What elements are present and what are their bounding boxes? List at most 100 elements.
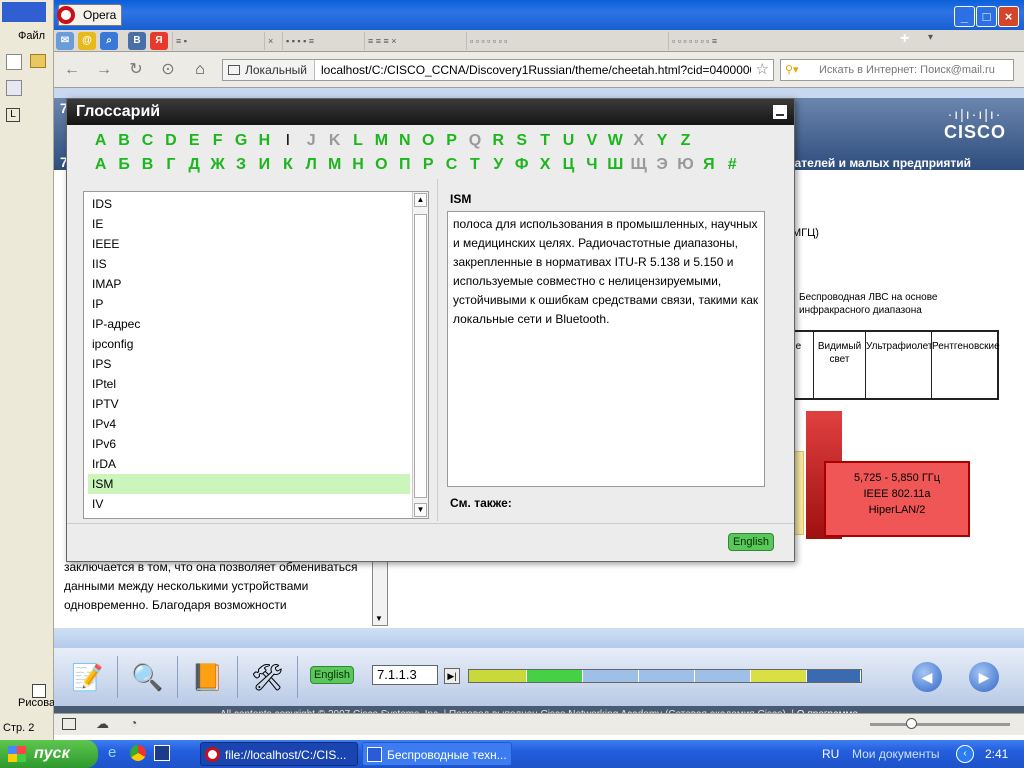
bookmark-star-icon[interactable]: ☆	[756, 60, 769, 80]
scroll-up-icon[interactable]: ▲	[414, 193, 427, 207]
start-button[interactable]: пуск	[0, 740, 98, 768]
glossary-term-item[interactable]: IPtel	[88, 374, 410, 394]
tab-3[interactable]: ≡ ≡ ≡ ×	[364, 32, 464, 50]
letter-cyr-18[interactable]: Ф	[510, 156, 533, 178]
letter-cyr-16[interactable]: Т	[463, 156, 486, 178]
term-list-scrollbar[interactable]: ▲ ▼	[412, 192, 428, 518]
letter-C[interactable]: C	[136, 132, 159, 154]
back-icon[interactable]: ←	[62, 61, 82, 79]
taskbar-opera[interactable]: file://localhost/C:/CIS...	[200, 742, 358, 766]
new-tab-button[interactable]: +	[900, 30, 909, 48]
topic-progress-bar[interactable]	[468, 669, 862, 683]
tray-expand-icon[interactable]: ‹	[956, 745, 974, 763]
cloud-icon[interactable]: ☁	[96, 716, 109, 732]
letter-Z[interactable]: Z	[674, 132, 697, 154]
minimize-button[interactable]: _	[954, 6, 975, 27]
close-button[interactable]: ×	[998, 6, 1019, 27]
tab-5[interactable]: ▫ ▫ ▫ ▫ ▫ ▫ ▫ ≡	[668, 32, 868, 50]
glossary-term-item[interactable]: IPTV	[88, 394, 410, 414]
letter-cyr-15[interactable]: С	[440, 156, 463, 178]
tab-4[interactable]: ▫ ▫ ▫ ▫ ▫ ▫ ▫	[466, 32, 666, 50]
address-bar[interactable]: Локальный localhost/C:/CISCO_CCNA/Discov…	[222, 59, 774, 81]
letter-L[interactable]: L	[346, 132, 369, 154]
english-toggle[interactable]: English	[310, 666, 354, 684]
previous-page-icon[interactable]: ◀	[912, 662, 942, 692]
file-menu[interactable]: Файл	[18, 30, 45, 42]
home-icon[interactable]: ⌂	[190, 61, 210, 79]
page-number-field[interactable]: 7.1.1.3	[372, 665, 438, 685]
zoom-slider[interactable]	[870, 718, 1010, 729]
letter-V[interactable]: V	[580, 132, 603, 154]
next-page-icon[interactable]: ▶	[969, 662, 999, 692]
tab-close-icon[interactable]: ×	[264, 32, 280, 50]
letter-M[interactable]: M	[370, 132, 393, 154]
tab-stop-icon[interactable]: L	[6, 108, 20, 122]
scroll-thumb[interactable]	[414, 214, 427, 498]
glossary-term-item[interactable]: IV	[88, 494, 410, 514]
reload-icon[interactable]: ↻	[126, 61, 146, 79]
mail-icon[interactable]: ✉	[56, 32, 74, 50]
letter-cyr-17[interactable]: У	[487, 156, 510, 178]
glossary-term-item[interactable]: IP-адрес	[88, 314, 410, 334]
glossary-term-item[interactable]: IrDA	[88, 454, 410, 474]
letter-cyr-20[interactable]: Ц	[557, 156, 580, 178]
search-tab-icon[interactable]: ⌕	[100, 32, 118, 50]
letter-cyr-6[interactable]: З	[229, 156, 252, 178]
glossary-term-item[interactable]: IDS	[88, 194, 410, 214]
letter-cyr-4[interactable]: Д	[183, 156, 206, 178]
scroll-down-icon[interactable]: ▼	[414, 503, 427, 517]
letter-N[interactable]: N	[393, 132, 416, 154]
letter-cyr-7[interactable]: И	[253, 156, 276, 178]
letter-cyr-12[interactable]: О	[370, 156, 393, 178]
letter-cyr-27[interactable]: #	[721, 156, 744, 178]
tab-1[interactable]: ≡ ▪	[172, 32, 262, 50]
scroll-down-icon[interactable]: ▼	[375, 614, 383, 623]
url-text[interactable]: localhost/C:/CISCO_CCNA/Discovery1Russia…	[321, 60, 751, 80]
glossary-term-item[interactable]: ipconfig	[88, 334, 410, 354]
notes-icon[interactable]: 📝	[58, 656, 118, 698]
maximize-button[interactable]: □	[976, 6, 997, 27]
letter-cyr-5[interactable]: Ж	[206, 156, 229, 178]
taskbar-document[interactable]: Беспроводные техн...	[362, 742, 512, 766]
chrome-icon[interactable]	[130, 745, 146, 761]
glossary-term-item[interactable]: IP	[88, 294, 410, 314]
ie-icon[interactable]: e	[108, 744, 116, 761]
glossary-minimize-icon[interactable]	[773, 105, 787, 119]
search-magnifier-icon[interactable]: 🔍	[118, 656, 178, 698]
letter-cyr-21[interactable]: Ч	[580, 156, 603, 178]
zoom-slider-thumb[interactable]	[906, 718, 917, 729]
letter-H[interactable]: H	[253, 132, 276, 154]
letter-cyr-10[interactable]: М	[323, 156, 346, 178]
draw-menu[interactable]: Рисова	[18, 697, 55, 709]
yandex-icon[interactable]: Я	[150, 32, 168, 50]
letter-S[interactable]: S	[510, 132, 533, 154]
letter-cyr-3[interactable]: Г	[159, 156, 182, 178]
letter-P[interactable]: P	[440, 132, 463, 154]
media-icon[interactable]	[154, 745, 170, 761]
letter-Y[interactable]: Y	[650, 132, 673, 154]
letter-W[interactable]: W	[604, 132, 627, 154]
glossary-term-item[interactable]: IPv6	[88, 434, 410, 454]
glossary-term-item[interactable]: IEEE	[88, 234, 410, 254]
letter-cyr-9[interactable]: Л	[300, 156, 323, 178]
letter-cyr-26[interactable]: Я	[697, 156, 720, 178]
letter-cyr-13[interactable]: П	[393, 156, 416, 178]
language-indicator[interactable]: RU	[822, 740, 839, 768]
letter-G[interactable]: G	[229, 132, 252, 154]
tab-2[interactable]: ▪ ▪ ▪ ▪ ≡	[282, 32, 362, 50]
letter-T[interactable]: T	[533, 132, 556, 154]
letter-F[interactable]: F	[206, 132, 229, 154]
letter-cyr-0[interactable]: А	[89, 156, 112, 178]
letter-B[interactable]: B	[112, 132, 135, 154]
glossary-term-item[interactable]: ISM	[88, 474, 410, 494]
letter-cyr-22[interactable]: Ш	[604, 156, 627, 178]
letter-cyr-2[interactable]: В	[136, 156, 159, 178]
letter-cyr-11[interactable]: Н	[346, 156, 369, 178]
letter-U[interactable]: U	[557, 132, 580, 154]
letter-A[interactable]: A	[89, 132, 112, 154]
search-engine-icon[interactable]: ⚲▾	[785, 60, 799, 80]
new-doc-icon[interactable]	[6, 54, 22, 70]
letter-cyr-1[interactable]: Б	[112, 156, 135, 178]
letter-I[interactable]: I	[276, 132, 299, 154]
glossary-term-item[interactable]: IE	[88, 214, 410, 234]
